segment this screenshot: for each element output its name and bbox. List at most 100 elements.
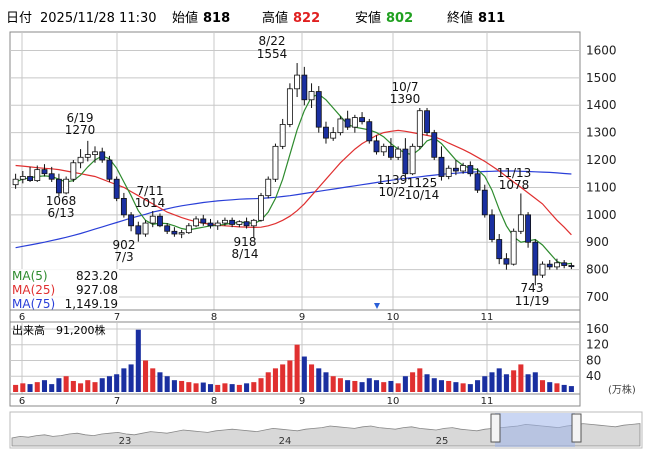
candle-body xyxy=(301,74,308,101)
volume-bar xyxy=(511,370,517,392)
volume-bar xyxy=(229,384,235,392)
candle-body xyxy=(344,118,351,128)
volume-bar xyxy=(345,380,351,392)
volume-bar xyxy=(143,360,149,392)
annotation-date: 7/3 xyxy=(114,250,133,264)
annotation-value: 1554 xyxy=(257,47,288,61)
candle-body xyxy=(41,169,48,175)
candle-body xyxy=(12,178,19,186)
annotation-value: 1390 xyxy=(390,92,421,106)
volume-bar xyxy=(496,368,502,392)
open-value: 818 xyxy=(203,11,230,26)
candle-body xyxy=(164,225,171,232)
volume-bar xyxy=(316,368,322,392)
candle-body xyxy=(265,178,272,197)
volume-bar xyxy=(265,372,271,392)
volume-bar xyxy=(330,376,336,392)
candle-body xyxy=(55,178,62,194)
open-label: 始値 xyxy=(172,10,198,26)
volume-bar xyxy=(568,386,574,392)
candle-body xyxy=(323,126,329,139)
volume-bar xyxy=(171,380,177,392)
volume-bar xyxy=(280,364,286,392)
candle-body xyxy=(207,222,214,227)
volume-bar xyxy=(236,384,242,392)
annotation-value: 1078 xyxy=(499,178,530,192)
volume-unit: (万株) xyxy=(608,383,636,396)
volume-bar xyxy=(114,374,120,392)
volume-bar xyxy=(539,380,546,392)
navigator-selection[interactable] xyxy=(495,413,575,447)
volume-bar xyxy=(215,384,221,392)
volume-bar xyxy=(41,380,48,392)
price-tick-label: 1600 xyxy=(586,43,617,57)
candle-body xyxy=(561,262,568,266)
volume-bar xyxy=(402,376,408,392)
month-label: 7 xyxy=(114,396,120,407)
month-label: 11 xyxy=(481,396,494,407)
candle-body xyxy=(149,215,156,224)
month-label: 9 xyxy=(299,396,305,407)
candle-body xyxy=(113,178,120,199)
annotation-value: 1014 xyxy=(135,196,166,210)
volume-bar xyxy=(272,368,278,392)
candle-body xyxy=(481,189,488,216)
candle-body xyxy=(380,145,387,153)
candle-body xyxy=(63,178,70,194)
candle-body xyxy=(99,151,106,161)
volume-bar xyxy=(518,364,524,392)
annotation-date: 8/14 xyxy=(232,247,259,261)
volume-bar xyxy=(251,382,257,392)
annotation-value: 1270 xyxy=(65,123,96,137)
volume-bar xyxy=(352,380,358,392)
volume-bar xyxy=(106,376,112,392)
candle-body xyxy=(120,197,127,216)
candle-body xyxy=(171,230,178,235)
ma-legend-value: 823.20 xyxy=(76,269,118,283)
navigator-left-handle[interactable] xyxy=(490,413,501,443)
month-label: 10 xyxy=(387,312,400,323)
candle-body xyxy=(366,121,373,142)
candle-body xyxy=(546,263,553,268)
candle-body xyxy=(351,117,358,128)
candle-body xyxy=(193,218,199,227)
candle-body xyxy=(503,258,510,265)
navigator-right-handle[interactable] xyxy=(571,413,582,443)
candle-body xyxy=(236,221,243,225)
volume-bar xyxy=(99,378,105,392)
volume-bar xyxy=(323,372,329,392)
navigator-year-label: 25 xyxy=(436,436,449,447)
annotation-date: 11/19 xyxy=(515,294,550,308)
month-label: 9 xyxy=(299,312,305,323)
candle-body xyxy=(84,154,91,158)
volume-tick-label: 120 xyxy=(586,338,609,352)
volume-bar xyxy=(446,380,452,392)
price-tick-label: 1100 xyxy=(586,180,617,194)
price-tick-label: 900 xyxy=(586,235,609,249)
annotation-date: 10/14 xyxy=(405,188,440,202)
candle-body xyxy=(460,165,467,172)
candle-body xyxy=(77,156,84,164)
volume-bar xyxy=(121,368,127,392)
candle-body xyxy=(106,159,113,180)
candle-body xyxy=(272,145,279,180)
volume-tick-label: 40 xyxy=(586,369,601,383)
volume-bar xyxy=(532,372,538,392)
ma-legend-label: MA(75) xyxy=(12,297,55,311)
volume-bar xyxy=(164,376,170,392)
candle-body xyxy=(452,167,459,172)
volume-bar xyxy=(388,380,394,392)
price-tick-label: 800 xyxy=(586,263,609,277)
volume-bar xyxy=(460,383,466,392)
candle-body xyxy=(34,169,41,181)
candle-body xyxy=(185,225,192,234)
volume-bar xyxy=(34,382,40,392)
high-label: 高値 xyxy=(262,10,288,26)
volume-bar xyxy=(525,374,531,392)
candle-body xyxy=(510,230,517,265)
volume-bar xyxy=(424,374,430,392)
date-label: 日付 xyxy=(6,11,32,26)
volume-bar xyxy=(438,380,444,392)
price-tick-label: 1000 xyxy=(586,208,617,222)
volume-bar xyxy=(70,380,76,392)
